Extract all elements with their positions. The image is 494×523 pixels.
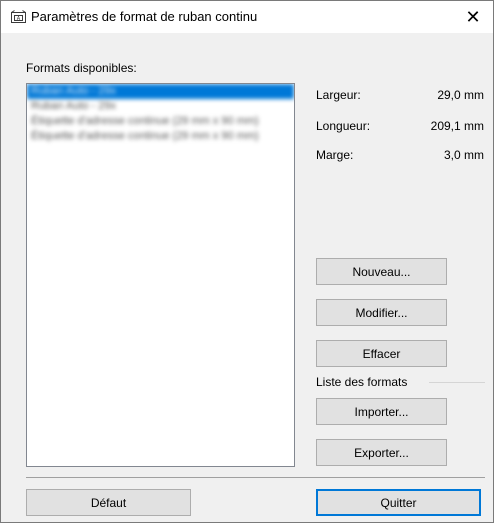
length-label: Longueur: bbox=[316, 119, 371, 133]
footer-separator bbox=[26, 477, 485, 478]
window-title: Paramètres de format de ruban continu bbox=[31, 9, 258, 24]
format-list-group-label: Liste des formats bbox=[316, 375, 408, 389]
list-item[interactable]: Étiquette d'adresse continue (29 mm x 90… bbox=[27, 114, 294, 129]
margin-label: Marge: bbox=[316, 148, 354, 162]
width-value: 29,0 mm bbox=[437, 88, 484, 102]
formats-listbox[interactable]: Ruban Auto - 29x Ruban Auto - 29x Étique… bbox=[26, 83, 295, 467]
dialog-window: A Paramètres de format de ruban continu … bbox=[0, 0, 494, 523]
group-divider bbox=[429, 382, 485, 383]
title-bar[interactable]: A Paramètres de format de ruban continu … bbox=[1, 1, 493, 33]
margin-value: 3,0 mm bbox=[443, 148, 484, 162]
formats-label: Formats disponibles: bbox=[26, 61, 137, 75]
svg-text:A: A bbox=[17, 16, 21, 22]
import-button[interactable]: Importer... bbox=[316, 398, 447, 425]
new-button[interactable]: Nouveau... bbox=[316, 258, 447, 285]
default-button[interactable]: Défaut bbox=[26, 489, 191, 516]
label-printer-icon: A bbox=[11, 10, 26, 23]
close-button[interactable]: ✕ bbox=[453, 1, 493, 33]
list-item[interactable]: Étiquette d'adresse continue (29 mm x 90… bbox=[27, 129, 294, 144]
modify-button[interactable]: Modifier... bbox=[316, 299, 447, 326]
quit-button[interactable]: Quitter bbox=[316, 489, 481, 516]
export-button[interactable]: Exporter... bbox=[316, 439, 447, 466]
length-value: 209,1 mm bbox=[430, 119, 484, 133]
list-item[interactable]: Ruban Auto - 29x bbox=[27, 99, 294, 114]
delete-button[interactable]: Effacer bbox=[316, 340, 447, 367]
close-icon: ✕ bbox=[465, 6, 481, 27]
list-item[interactable]: Ruban Auto - 29x bbox=[27, 84, 294, 99]
width-label: Largeur: bbox=[316, 88, 361, 102]
